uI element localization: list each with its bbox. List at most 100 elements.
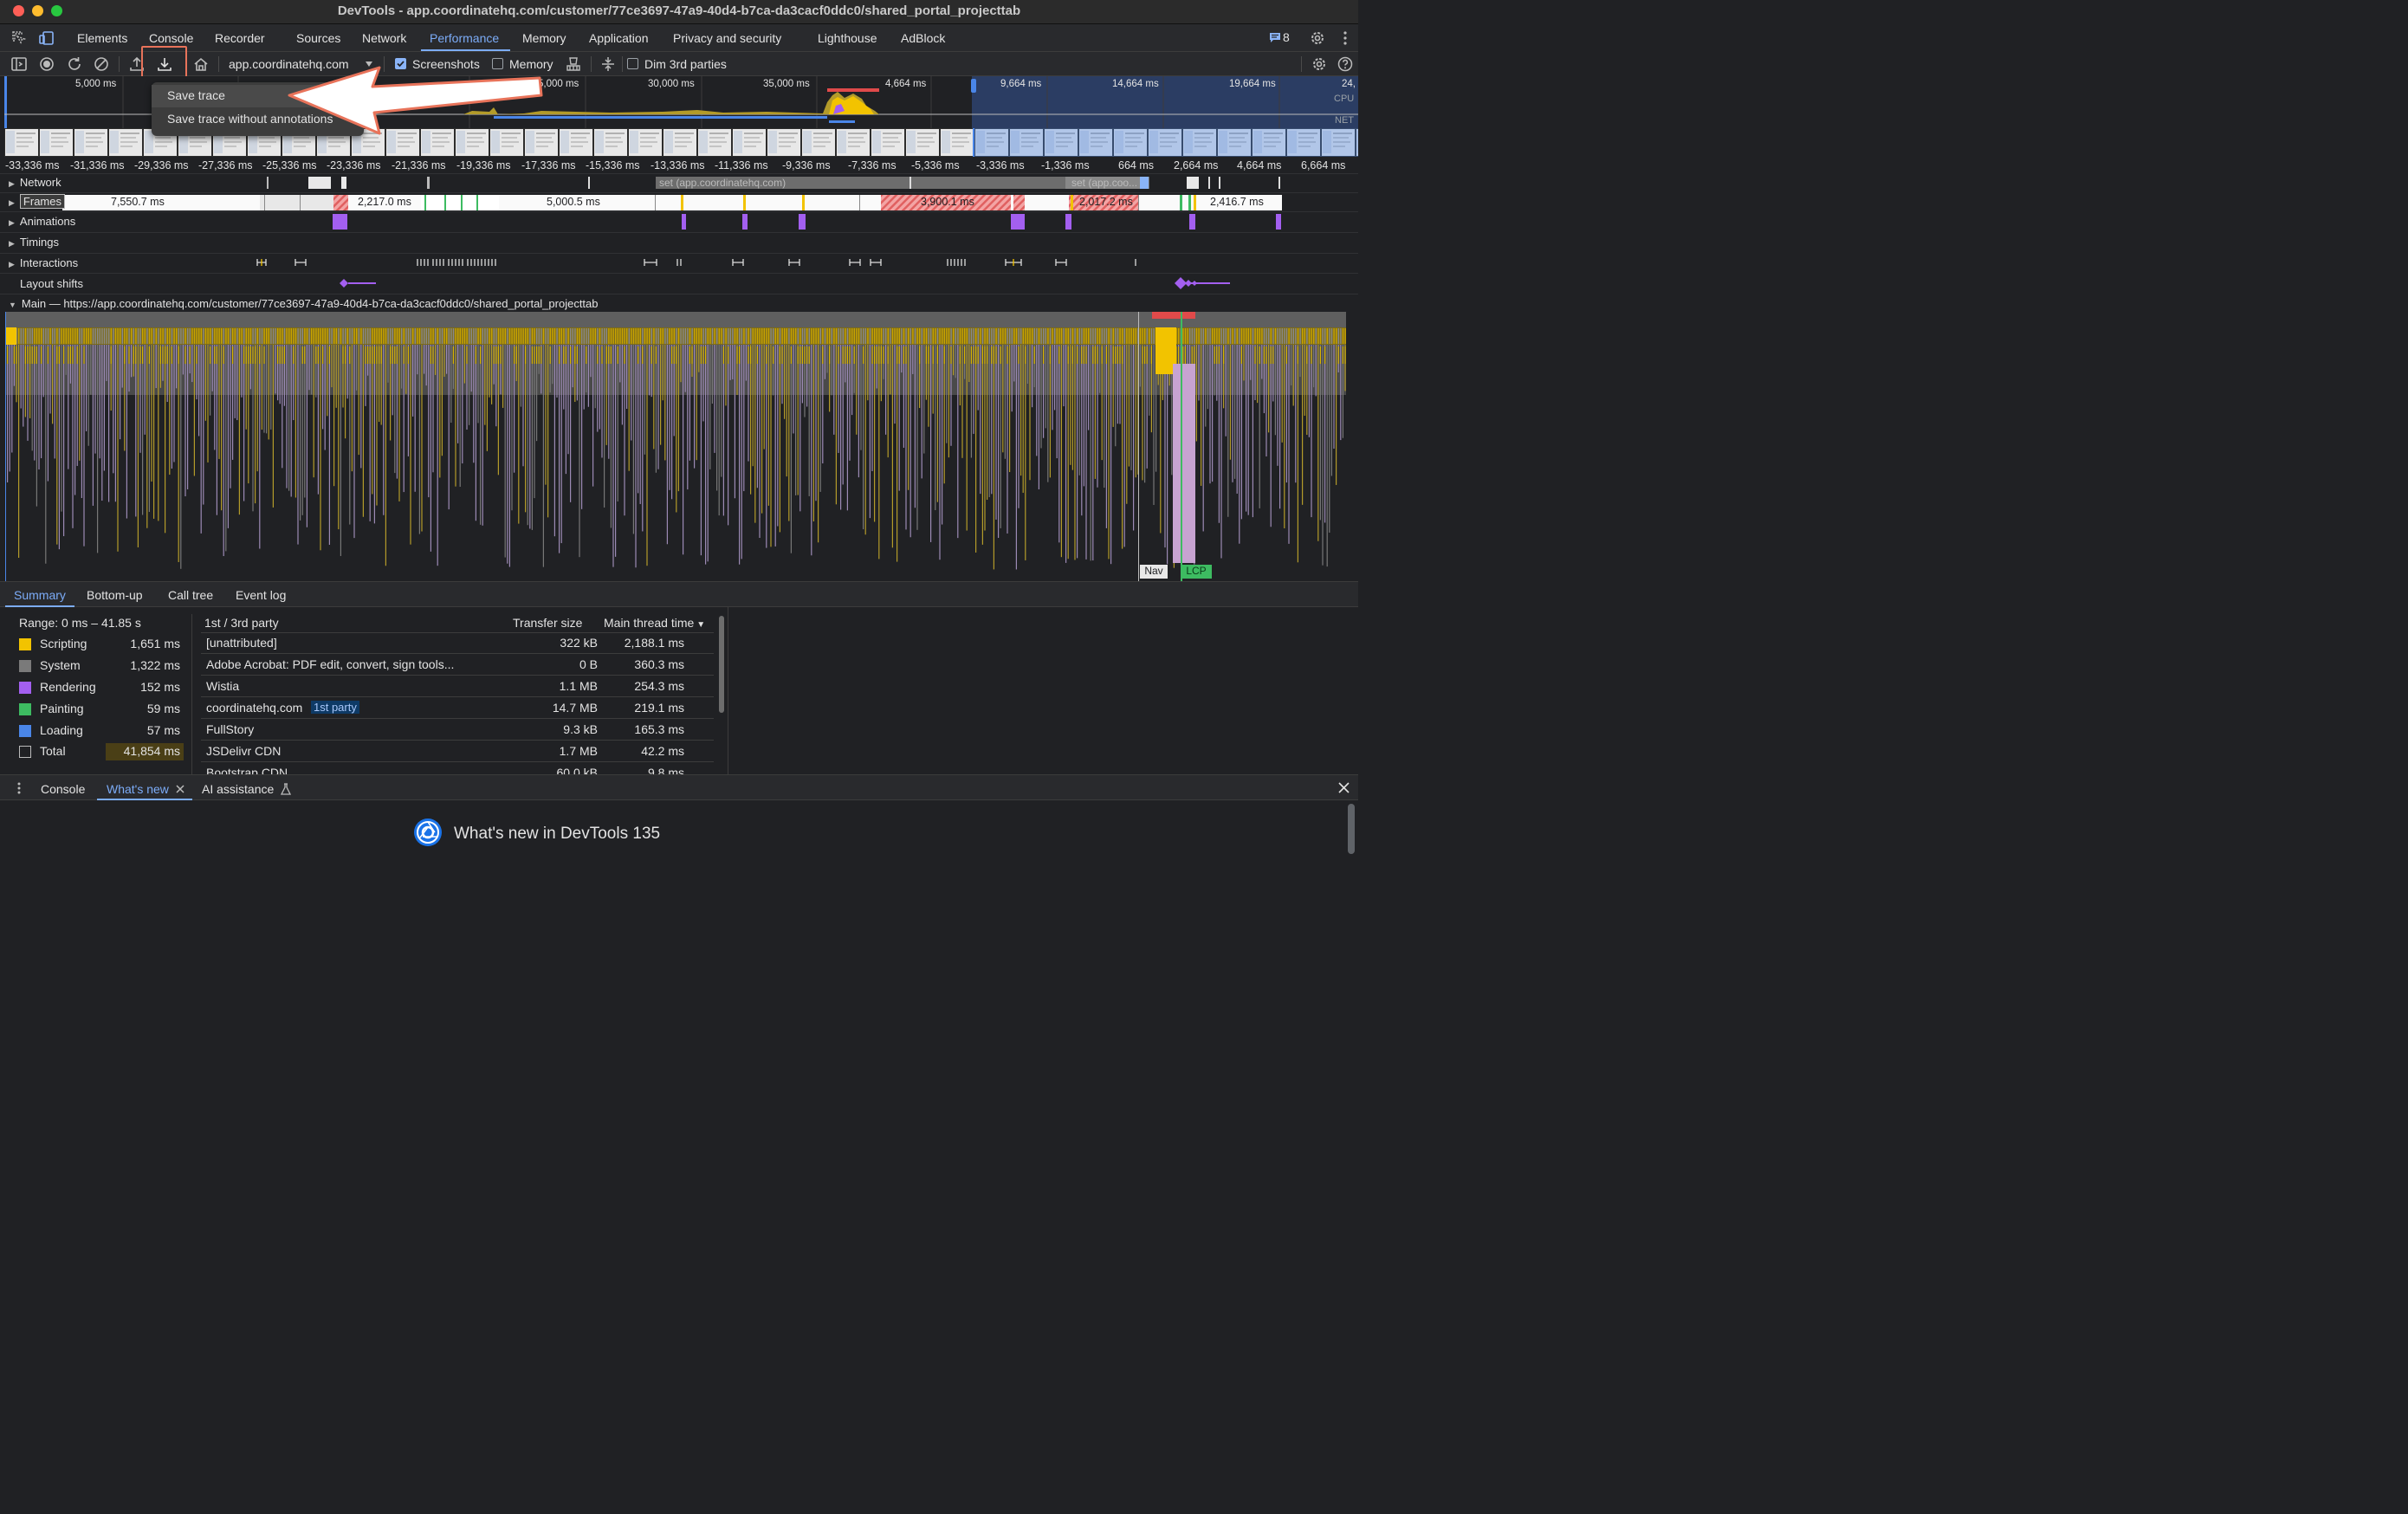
home-icon[interactable] <box>192 55 210 73</box>
settings-gear-icon[interactable] <box>1309 29 1326 47</box>
ruler-tick-label: -29,336 ms <box>134 159 189 171</box>
garbage-collect-icon[interactable] <box>565 55 582 73</box>
message-icon <box>1270 33 1280 42</box>
inspect-element-icon[interactable] <box>10 29 28 47</box>
issues-count: 8 <box>1283 30 1290 44</box>
time-ruler: -33,336 ms -31,336 ms -29,336 ms -27,336 ms… <box>0 157 1358 174</box>
overview-label: 14,664 ms <box>1112 79 1159 89</box>
lcp-marker[interactable]: LCP <box>1181 565 1212 579</box>
overview-label: 30,000 ms <box>648 79 695 89</box>
cpu-label: CPU <box>1334 94 1355 104</box>
category-row: Scripting 1,651 ms <box>19 636 184 653</box>
tab-application[interactable]: Application <box>589 31 649 45</box>
time-column-header[interactable]: Main thread time ▼ <box>604 616 705 630</box>
tab-lighthouse[interactable]: Lighthouse <box>818 31 877 45</box>
close-drawer-icon[interactable] <box>1338 782 1350 793</box>
frame-duration: 3,900.1 ms <box>921 196 974 208</box>
reload-record-icon[interactable] <box>66 55 83 73</box>
overview-label: 4,664 ms <box>885 79 927 89</box>
party-row[interactable]: Bootstrap CDN 60.0 kB 9.8 ms <box>201 763 714 774</box>
nav-marker[interactable]: Nav <box>1140 565 1168 579</box>
frame-duration: 2,217.0 ms <box>358 196 411 208</box>
party-row[interactable]: FullStory 9.3 kB 165.3 ms <box>201 720 714 741</box>
summary-panel: Range: 0 ms – 41.85 s Scripting 1,651 ms … <box>0 607 1358 774</box>
tab-recorder[interactable]: Recorder <box>215 31 265 45</box>
ruler-tick-label: -21,336 ms <box>392 159 446 171</box>
ruler-tick-label: -33,336 ms <box>5 159 60 171</box>
window-title: DevTools - app.coordinatehq.com/customer… <box>337 3 1021 18</box>
experiment-flask-icon <box>281 783 291 795</box>
overview-label: 5,000 ms <box>75 79 117 89</box>
dim-3rd-parties-checkbox[interactable] <box>627 58 638 69</box>
tab-console[interactable]: Console <box>149 31 193 45</box>
ruler-tick-label: -19,336 ms <box>456 159 511 171</box>
frame-duration: 5,000.5 ms <box>547 196 600 208</box>
help-icon[interactable] <box>1337 55 1354 73</box>
frames-track[interactable]: ▶ Frames 7,550.7 ms 2,217.0 ms 5,000.5 ms… <box>0 192 1358 211</box>
annotation-arrow <box>288 66 543 135</box>
more-options-icon[interactable] <box>1337 29 1354 47</box>
animations-track[interactable]: ▶ Animations <box>0 211 1358 232</box>
tab-network[interactable]: Network <box>362 31 406 45</box>
timings-track[interactable]: ▶ Timings <box>0 232 1358 253</box>
main-thread-header[interactable]: ▼ Main — https://app.coordinatehq.com/cus… <box>0 294 1358 313</box>
sidebar-toggle-icon[interactable] <box>10 55 28 73</box>
ruler-tick-label: -1,336 ms <box>1041 159 1090 171</box>
drawer-tab-whats-new[interactable]: What's new <box>107 782 169 796</box>
tab-summary[interactable]: Summary <box>14 588 66 602</box>
device-toolbar-icon[interactable] <box>38 29 55 47</box>
ruler-tick-label: -31,336 ms <box>70 159 125 171</box>
interactions-track[interactable]: ▶ Interactions <box>0 253 1358 273</box>
main-thread-flame-chart[interactable]: Nav LCP <box>0 312 1358 581</box>
tab-call-tree[interactable]: Call tree <box>168 588 213 602</box>
party-row[interactable]: Wistia 1.1 MB 254.3 ms <box>201 676 714 697</box>
close-tab-icon[interactable] <box>176 785 184 793</box>
party-row[interactable]: JSDelivr CDN 1.7 MB 42.2 ms <box>201 741 714 762</box>
collapse-tracks-icon[interactable] <box>599 55 617 73</box>
ruler-tick-label: -3,336 ms <box>976 159 1025 171</box>
layout-shifts-track[interactable]: Layout shifts <box>0 273 1358 294</box>
sort-desc-icon: ▼ <box>696 620 706 630</box>
drawer-tab-ai-assistance[interactable]: AI assistance <box>202 782 274 796</box>
devtools-window: DevTools - app.coordinatehq.com/customer… <box>0 0 1358 854</box>
net-label: NET <box>1335 115 1354 126</box>
tab-elements[interactable]: Elements <box>77 31 127 45</box>
color-swatch <box>19 703 31 715</box>
tab-privacy-security[interactable]: Privacy and security <box>673 31 781 45</box>
record-icon[interactable] <box>38 55 55 73</box>
tab-sources[interactable]: Sources <box>296 31 340 45</box>
drawer-menu-icon[interactable] <box>14 781 24 795</box>
network-track[interactable]: ▶ Network set (app.coordinatehq.com) set … <box>0 173 1358 192</box>
party-row[interactable]: coordinatehq.com 1st party 14.7 MB 219.1 ms <box>201 698 714 719</box>
frame-duration: 7,550.7 ms <box>111 196 165 208</box>
party-row[interactable]: Adobe Acrobat: PDF edit, convert, sign t… <box>201 655 714 676</box>
tab-performance[interactable]: Performance <box>430 31 499 45</box>
drawer-tab-console[interactable]: Console <box>41 782 85 796</box>
tab-memory[interactable]: Memory <box>522 31 566 45</box>
color-swatch <box>19 660 31 672</box>
tab-event-log[interactable]: Event log <box>236 588 286 602</box>
party-row[interactable]: [unattributed] 322 kB 2,188.1 ms <box>201 633 714 654</box>
details-tab-bar: Summary Bottom-up Call tree Event log <box>0 581 1358 607</box>
ruler-tick-label: -25,336 ms <box>262 159 317 171</box>
whats-new-scrollbar[interactable] <box>1348 804 1355 854</box>
color-swatch <box>19 638 31 650</box>
ruler-tick-label: -17,336 ms <box>521 159 576 171</box>
party-column-header[interactable]: 1st / 3rd party <box>204 616 279 630</box>
track-label: Timings <box>19 236 59 249</box>
table-scrollbar[interactable] <box>719 616 724 713</box>
capture-settings-icon[interactable] <box>1311 55 1328 73</box>
main-thread-label: Main — https://app.coordinatehq.com/cust… <box>21 297 599 310</box>
title-bar: DevTools - app.coordinatehq.com/customer… <box>0 0 1358 24</box>
ruler-tick-label: -27,336 ms <box>198 159 253 171</box>
tab-adblock[interactable]: AdBlock <box>901 31 945 45</box>
active-tab-indicator <box>421 49 510 51</box>
size-column-header[interactable]: Transfer size <box>513 616 582 630</box>
overview-label: 19,664 ms <box>1229 79 1276 89</box>
issues-counter[interactable]: 8 <box>1269 30 1295 46</box>
performance-toolbar: app.coordinatehq.com Screenshots Memory … <box>0 46 1358 83</box>
tab-bottom-up[interactable]: Bottom-up <box>87 588 143 602</box>
clear-icon[interactable] <box>93 55 110 73</box>
overview-label: 24, <box>1342 79 1356 89</box>
network-request-label: set (app.coo... <box>1071 177 1138 189</box>
